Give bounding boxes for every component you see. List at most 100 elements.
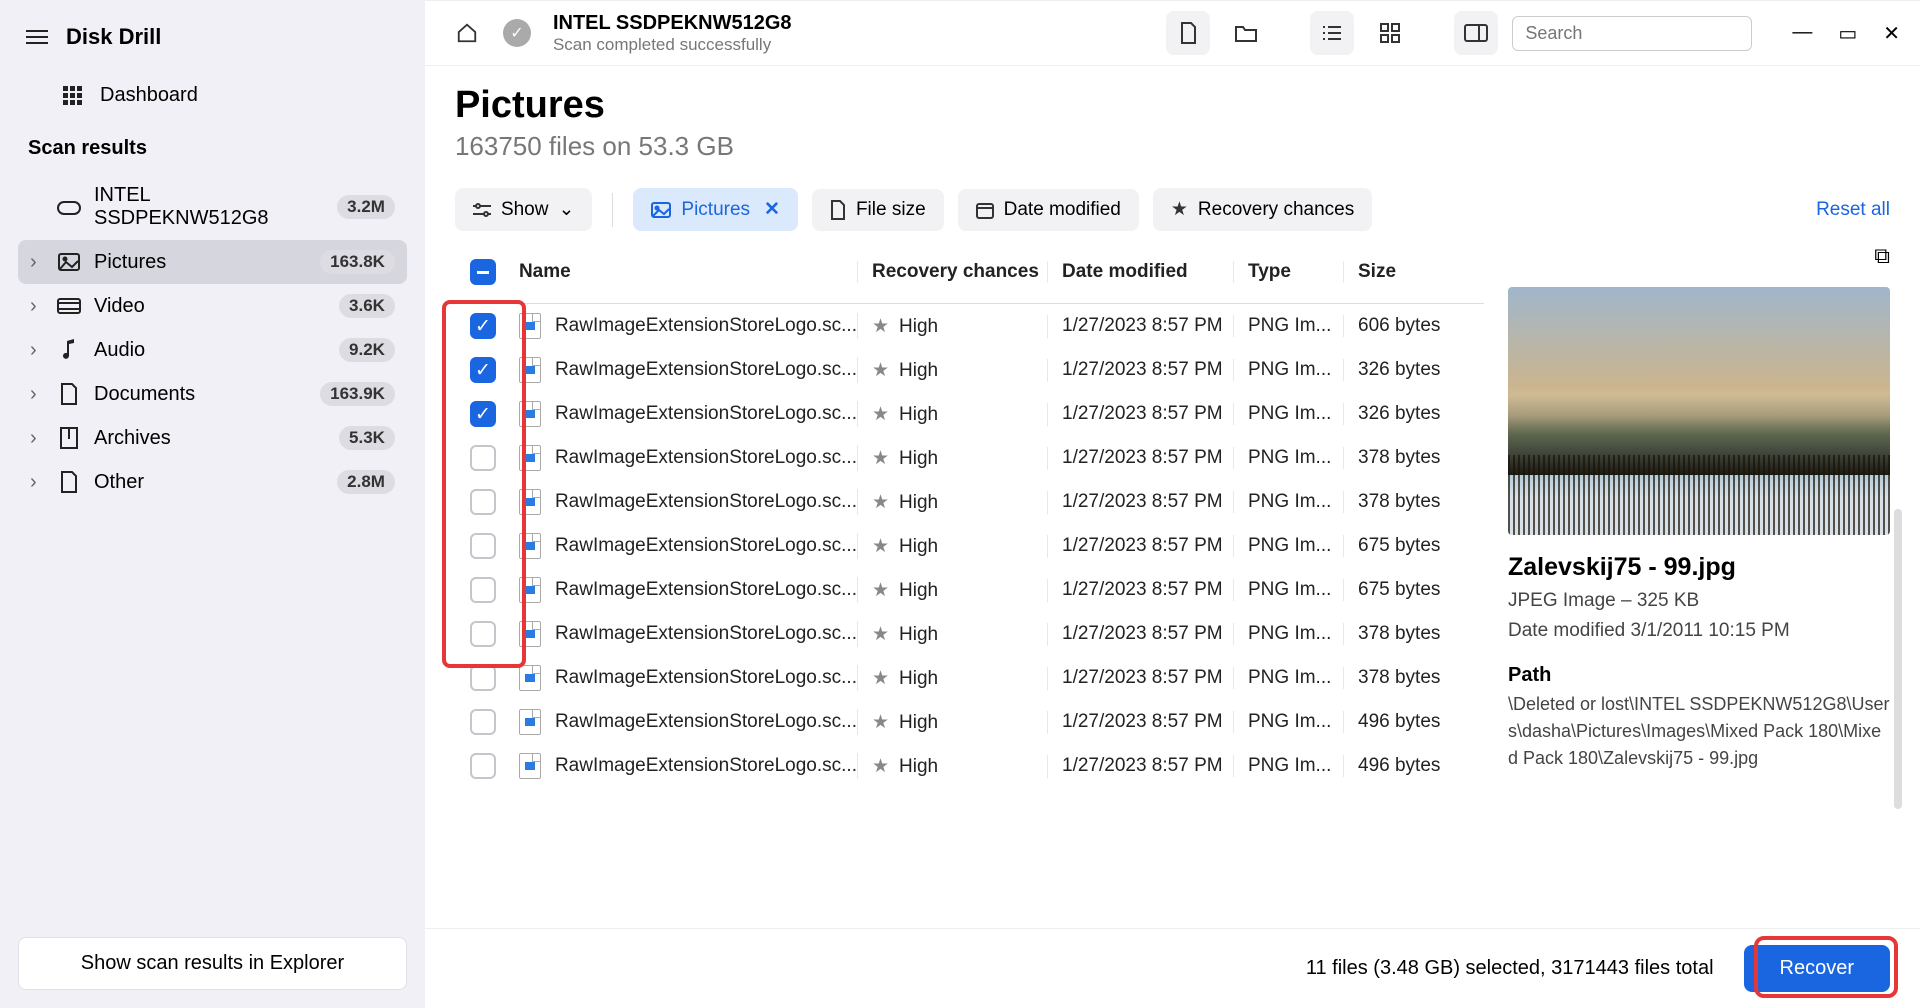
- size-value: 675 bytes: [1344, 579, 1484, 601]
- row-checkbox[interactable]: [470, 753, 496, 779]
- file-name: RawImageExtensionStoreLogo.sc...: [555, 359, 857, 381]
- table-row[interactable]: RawImageExtensionStoreLogo.sc... ★High 1…: [455, 568, 1484, 612]
- table-row[interactable]: RawImageExtensionStoreLogo.sc... ★High 1…: [455, 524, 1484, 568]
- table-row[interactable]: ✓ RawImageExtensionStoreLogo.sc... ★High…: [455, 304, 1484, 348]
- col-size[interactable]: Size: [1344, 261, 1484, 283]
- minimize-button[interactable]: —: [1792, 21, 1812, 46]
- sidebar-item-archives[interactable]: › Archives 5.3K: [18, 416, 407, 460]
- maximize-button[interactable]: ▭: [1838, 21, 1857, 46]
- menu-icon[interactable]: [26, 30, 48, 44]
- close-button[interactable]: ✕: [1883, 21, 1900, 46]
- row-checkbox[interactable]: [470, 445, 496, 471]
- star-icon: ★: [1171, 198, 1188, 221]
- filter-recovery-chances[interactable]: ★ Recovery chances: [1153, 188, 1372, 231]
- recovery-value: High: [899, 404, 938, 425]
- col-name[interactable]: Name: [511, 261, 858, 283]
- sidebar-item-video[interactable]: › Video 3.6K: [18, 284, 407, 328]
- type-value: PNG Im...: [1234, 755, 1344, 777]
- star-icon: ★: [872, 360, 889, 381]
- page-title: Pictures: [455, 84, 1890, 127]
- file-type-icon: [519, 533, 541, 559]
- table-row[interactable]: RawImageExtensionStoreLogo.sc... ★High 1…: [455, 436, 1484, 480]
- filter-file-size[interactable]: File size: [812, 189, 944, 231]
- file-type-icon: [519, 709, 541, 735]
- sidebar-item-documents[interactable]: › Documents 163.9K: [18, 372, 407, 416]
- table-row[interactable]: ✓ RawImageExtensionStoreLogo.sc... ★High…: [455, 392, 1484, 436]
- file-type-icon: [519, 357, 541, 383]
- pictures-icon: [56, 253, 82, 271]
- search-input[interactable]: [1525, 23, 1757, 44]
- show-label: Show: [501, 199, 549, 221]
- sidebar-item-pictures[interactable]: › Pictures 163.8K: [18, 240, 407, 284]
- sidebar-item-other[interactable]: › Other 2.8M: [18, 460, 407, 504]
- table-row[interactable]: RawImageExtensionStoreLogo.sc... ★High 1…: [455, 744, 1484, 788]
- preview-path: \Deleted or lost\INTEL SSDPEKNW512G8\Use…: [1508, 691, 1890, 772]
- show-dropdown[interactable]: Show ⌄: [455, 188, 592, 231]
- star-icon: ★: [872, 536, 889, 557]
- size-value: 326 bytes: [1344, 403, 1484, 425]
- type-value: PNG Im...: [1234, 623, 1344, 645]
- file-name: RawImageExtensionStoreLogo.sc...: [555, 623, 857, 645]
- sidebar-item-badge: 9.2K: [339, 338, 395, 362]
- row-checkbox[interactable]: [470, 665, 496, 691]
- table-row[interactable]: RawImageExtensionStoreLogo.sc... ★High 1…: [455, 700, 1484, 744]
- tree-device[interactable]: INTEL SSDPEKNW512G8 3.2M: [18, 174, 407, 240]
- table-row[interactable]: RawImageExtensionStoreLogo.sc... ★High 1…: [455, 612, 1484, 656]
- home-button[interactable]: [445, 11, 489, 55]
- col-date[interactable]: Date modified: [1048, 261, 1234, 283]
- table-row[interactable]: RawImageExtensionStoreLogo.sc... ★High 1…: [455, 656, 1484, 700]
- preview-panel: ⧉ Zalevskij75 - 99.jpg JPEG Image – 325 …: [1508, 249, 1890, 928]
- table-row[interactable]: RawImageExtensionStoreLogo.sc... ★High 1…: [455, 480, 1484, 524]
- recover-button[interactable]: Recover: [1744, 945, 1890, 992]
- row-checkbox[interactable]: ✓: [470, 313, 496, 339]
- type-value: PNG Im...: [1234, 667, 1344, 689]
- row-checkbox[interactable]: [470, 489, 496, 515]
- open-external-icon[interactable]: ⧉: [1874, 249, 1890, 269]
- type-value: PNG Im...: [1234, 535, 1344, 557]
- file-view-button[interactable]: [1166, 11, 1210, 55]
- other-icon: [56, 471, 82, 493]
- filter-pictures-label: Pictures: [681, 199, 750, 221]
- filter-date-modified[interactable]: Date modified: [958, 189, 1139, 231]
- file-name: RawImageExtensionStoreLogo.sc...: [555, 315, 857, 337]
- row-checkbox[interactable]: [470, 709, 496, 735]
- sidebar-item-dashboard[interactable]: Dashboard: [18, 74, 407, 129]
- row-checkbox[interactable]: [470, 621, 496, 647]
- row-checkbox[interactable]: ✓: [470, 401, 496, 427]
- grid-view-button[interactable]: [1368, 11, 1412, 55]
- date-value: 1/27/2023 8:57 PM: [1048, 623, 1234, 645]
- list-view-button[interactable]: [1310, 11, 1354, 55]
- row-checkbox[interactable]: [470, 577, 496, 603]
- file-icon: [830, 200, 846, 220]
- size-value: 378 bytes: [1344, 491, 1484, 513]
- panel-view-button[interactable]: [1454, 11, 1498, 55]
- audio-icon: [56, 339, 82, 361]
- file-type-icon: [519, 489, 541, 515]
- search-box[interactable]: [1512, 16, 1752, 51]
- folder-view-button[interactable]: [1224, 11, 1268, 55]
- reset-all-link[interactable]: Reset all: [1816, 199, 1890, 221]
- table-row[interactable]: ✓ RawImageExtensionStoreLogo.sc... ★High…: [455, 348, 1484, 392]
- sidebar-item-audio[interactable]: › Audio 9.2K: [18, 328, 407, 372]
- row-checkbox[interactable]: [470, 533, 496, 559]
- close-icon[interactable]: ✕: [764, 198, 780, 221]
- col-recovery[interactable]: Recovery chances: [858, 261, 1048, 283]
- col-type[interactable]: Type: [1234, 261, 1344, 283]
- row-checkbox[interactable]: ✓: [470, 357, 496, 383]
- star-icon: ★: [872, 756, 889, 777]
- recovery-value: High: [899, 536, 938, 557]
- chevron-right-icon: ›: [30, 339, 44, 362]
- page-subtitle: 163750 files on 53.3 GB: [455, 131, 1890, 162]
- type-value: PNG Im...: [1234, 711, 1344, 733]
- show-in-explorer-button[interactable]: Show scan results in Explorer: [18, 937, 407, 990]
- select-all-checkbox[interactable]: [470, 259, 496, 285]
- filter-pictures[interactable]: Pictures ✕: [633, 188, 798, 231]
- dashboard-icon: [63, 86, 82, 105]
- sidebar-item-badge: 2.8M: [337, 470, 395, 494]
- scrollbar[interactable]: [1894, 509, 1902, 809]
- header-status: Scan completed successfully: [553, 35, 1152, 55]
- dashboard-label: Dashboard: [100, 84, 198, 107]
- sidebar-item-badge: 163.9K: [320, 382, 395, 406]
- size-value: 378 bytes: [1344, 667, 1484, 689]
- star-icon: ★: [872, 316, 889, 337]
